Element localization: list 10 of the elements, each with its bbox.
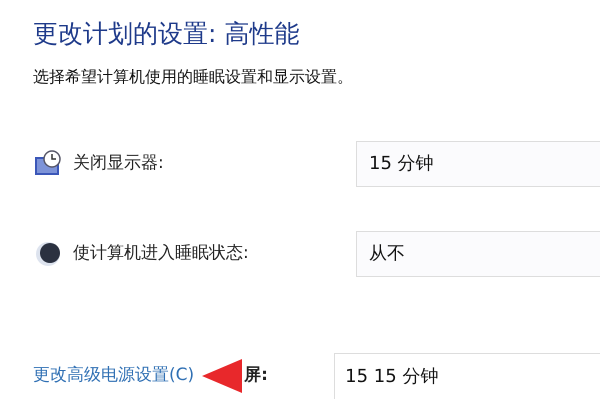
setting-label: 关闭显示器: — [73, 152, 165, 175]
page-title: 更改计划的设置: 高性能 — [33, 18, 300, 50]
dropdown[interactable]: 15 分钟 — [356, 140, 600, 186]
setting-label: 使计算机进入睡眠状态: — [73, 242, 250, 265]
description-text: 选择希望计算机使用的睡眠设置和显示设置。 — [33, 66, 354, 88]
dropdown[interactable]: 15 15 分钟 — [334, 353, 600, 399]
dropdown[interactable]: 从不 — [356, 230, 600, 276]
advanced-settings-link[interactable]: 更改高级电源设置(C) — [33, 363, 194, 389]
arrow-icon — [202, 359, 242, 393]
setting-label: 屏: — [244, 364, 269, 388]
